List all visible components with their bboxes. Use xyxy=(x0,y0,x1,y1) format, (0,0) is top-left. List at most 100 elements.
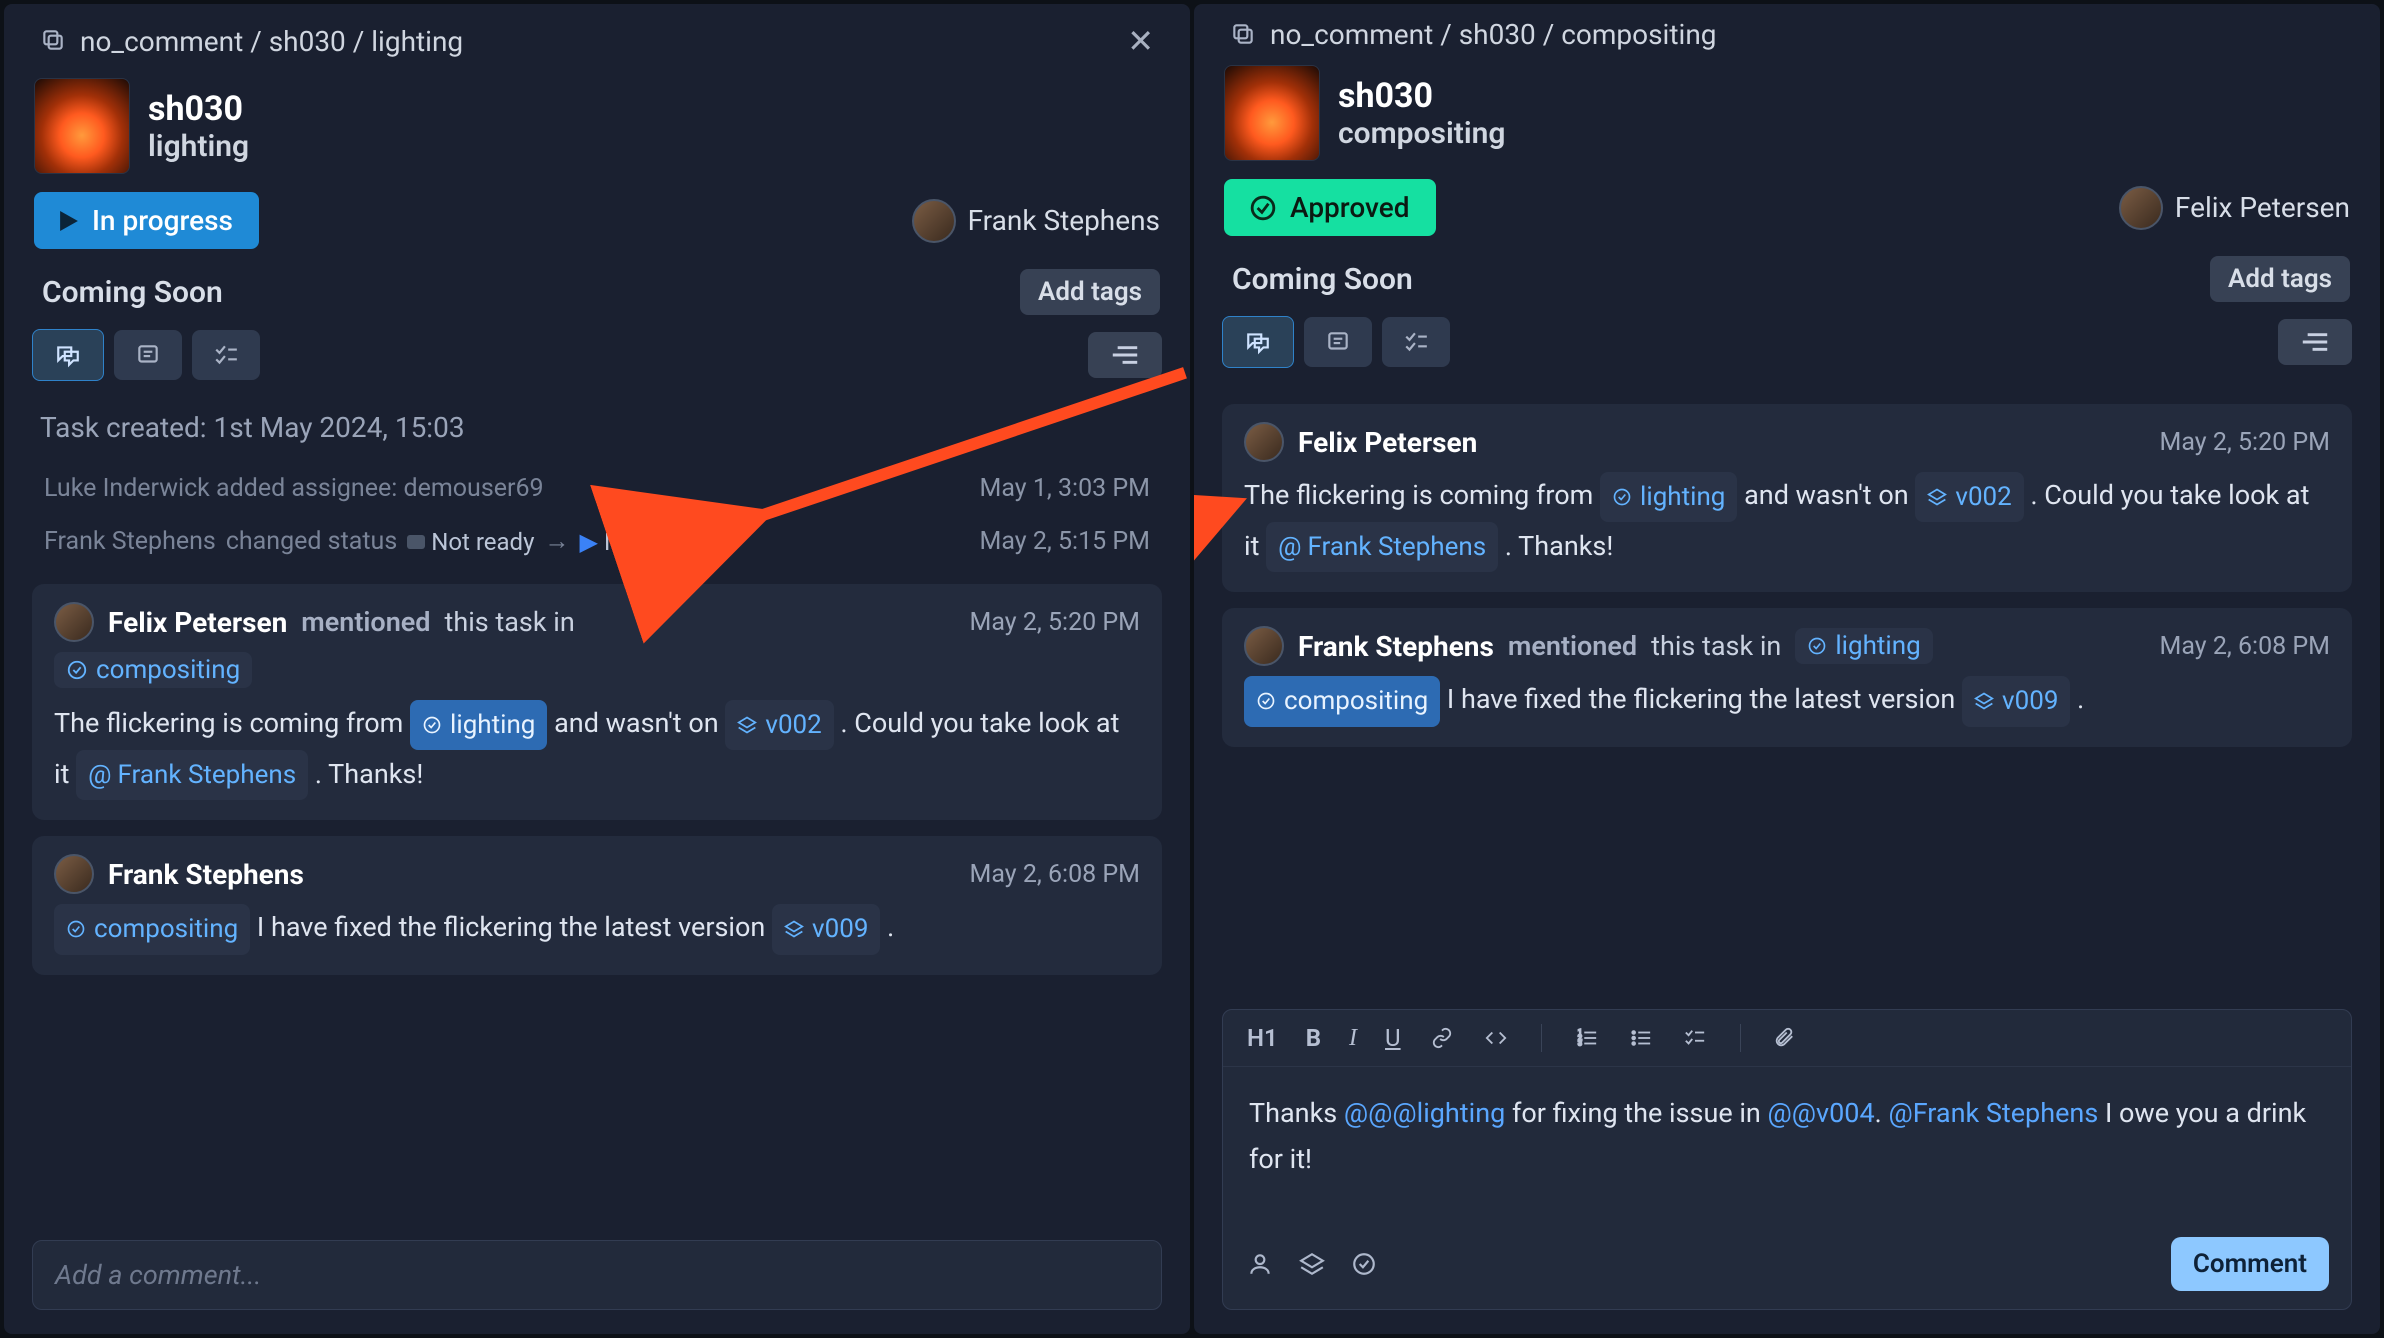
chip-label: compositing xyxy=(1284,679,1428,723)
mention-user[interactable]: @Frank Stephens xyxy=(1888,1097,2098,1129)
copy-icon[interactable] xyxy=(1230,21,1258,49)
activity-assignee-added: Luke Inderwick added assignee: demouser6… xyxy=(32,462,1162,515)
comment-timestamp: May 2, 5:20 PM xyxy=(970,608,1140,637)
chip-label: lighting xyxy=(1640,475,1725,519)
assignee[interactable]: Felix Petersen xyxy=(2119,186,2350,230)
close-button[interactable]: ✕ xyxy=(1119,18,1162,64)
checklist-button[interactable] xyxy=(1682,1027,1708,1049)
layers-icon[interactable] xyxy=(1299,1251,1325,1277)
copy-icon[interactable] xyxy=(40,27,68,55)
activity-status-changed: Frank Stephens changed status Not ready … xyxy=(32,515,1162,568)
tab-notes[interactable] xyxy=(1304,317,1372,367)
task-chip-lighting[interactable]: lighting xyxy=(1795,628,1932,664)
thumbnail[interactable] xyxy=(34,78,130,174)
tab-checklist[interactable] xyxy=(192,330,260,380)
user-mention[interactable]: @Frank Stephens xyxy=(76,750,308,800)
comment-timestamp: May 2, 6:08 PM xyxy=(970,860,1140,889)
version-chip[interactable]: v009 xyxy=(1962,676,2070,726)
approved-icon xyxy=(66,659,88,681)
task-chip-compositing[interactable]: compositing xyxy=(54,904,250,954)
play-icon: ▶ xyxy=(579,528,597,556)
breadcrumb: no_comment / sh030 / lighting ✕ xyxy=(4,4,1190,74)
activity-user: Frank Stephens xyxy=(44,527,216,556)
tab-notes[interactable] xyxy=(114,330,182,380)
mention-rest: this task in xyxy=(445,606,575,638)
thumbnail[interactable] xyxy=(1224,65,1320,161)
comment-input[interactable]: Add a comment... xyxy=(32,1240,1162,1310)
version-chip[interactable]: v002 xyxy=(725,700,833,750)
not-ready-icon xyxy=(407,535,425,549)
comment-mention: Felix Petersen mentioned this task in Ma… xyxy=(32,584,1162,820)
mention-version[interactable]: @@v004 xyxy=(1768,1097,1875,1129)
task-chip-compositing[interactable]: compositing xyxy=(1244,676,1440,726)
add-tags-button[interactable]: Add tags xyxy=(2210,256,2350,302)
comment-button[interactable]: Comment xyxy=(2171,1237,2329,1291)
italic-button[interactable]: I xyxy=(1349,1025,1357,1052)
sort-button[interactable] xyxy=(2278,319,2352,365)
underline-button[interactable]: U xyxy=(1385,1024,1401,1052)
breadcrumb-text[interactable]: no_comment / sh030 / compositing xyxy=(1270,18,1717,51)
chip-label: lighting xyxy=(1835,631,1920,661)
comment-body: compositing I have fixed the flickering … xyxy=(1244,676,2330,726)
assignee[interactable]: Frank Stephens xyxy=(912,199,1160,243)
h1-button[interactable]: H1 xyxy=(1247,1024,1278,1052)
bold-button[interactable]: B xyxy=(1306,1024,1321,1052)
sort-button[interactable] xyxy=(1088,332,1162,378)
mention-rest: this task in xyxy=(1651,630,1781,662)
panel-lighting: no_comment / sh030 / lighting ✕ sh030 li… xyxy=(4,4,1190,1334)
add-tags-button[interactable]: Add tags xyxy=(1020,269,1160,315)
coming-soon-label: Coming Soon xyxy=(42,275,223,310)
breadcrumb-text[interactable]: no_comment / sh030 / lighting xyxy=(80,25,463,58)
user-mention[interactable]: @Frank Stephens xyxy=(1266,522,1498,572)
task-header: sh030 lighting xyxy=(4,74,1190,186)
comment-author: Felix Petersen xyxy=(108,606,287,639)
task-created-line: Task created: 1st May 2024, 15:03 xyxy=(32,401,1162,462)
check-circle-icon[interactable] xyxy=(1351,1251,1377,1277)
task-chip-lighting[interactable]: lighting xyxy=(1600,472,1737,522)
task-chip-lighting[interactable]: lighting xyxy=(410,700,547,750)
version-chip[interactable]: v002 xyxy=(1915,472,2023,522)
version-chip[interactable]: v009 xyxy=(772,904,880,954)
person-icon[interactable] xyxy=(1247,1251,1273,1277)
activity-action: changed status xyxy=(226,527,397,556)
view-tabs xyxy=(1194,316,2380,380)
avatar xyxy=(1244,422,1284,462)
approved-icon xyxy=(1807,636,1827,656)
code-button[interactable] xyxy=(1483,1027,1509,1049)
approved-icon xyxy=(1256,691,1276,711)
chip-label: v009 xyxy=(812,907,868,951)
chip-label: compositing xyxy=(94,907,238,951)
panel-compositing: no_comment / sh030 / compositing sh030 c… xyxy=(1194,4,2380,1334)
ul-button[interactable] xyxy=(1628,1027,1654,1049)
chip-label: v002 xyxy=(1955,475,2011,519)
editor-body[interactable]: Thanks @@@lighting for fixing the issue … xyxy=(1223,1067,2351,1223)
tab-checklist[interactable] xyxy=(1382,317,1450,367)
comment-mention: Frank Stephens mentioned this task in li… xyxy=(1222,608,2352,746)
tab-comments[interactable] xyxy=(32,329,104,381)
comment-author: Frank Stephens xyxy=(108,858,304,891)
layers-icon xyxy=(784,919,804,939)
comment-body: The flickering is coming from lighting a… xyxy=(1244,472,2330,572)
play-icon xyxy=(60,211,78,231)
status-badge[interactable]: In progress xyxy=(34,192,259,249)
tab-comments[interactable] xyxy=(1222,316,1294,368)
avatar xyxy=(1244,626,1284,666)
svg-text:3: 3 xyxy=(1577,1039,1581,1048)
status-badge[interactable]: Approved xyxy=(1224,179,1436,236)
avatar xyxy=(54,602,94,642)
mention-lighting[interactable]: @@@lighting xyxy=(1344,1097,1505,1129)
link-button[interactable] xyxy=(1429,1027,1455,1049)
task-chip-compositing[interactable]: compositing xyxy=(54,652,252,688)
ol-button[interactable]: 123 xyxy=(1574,1027,1600,1049)
mention-verb: mentioned xyxy=(301,606,430,638)
attach-button[interactable] xyxy=(1773,1025,1795,1051)
breadcrumb: no_comment / sh030 / compositing xyxy=(1194,4,2380,61)
comment-author: Frank Stephens xyxy=(1298,630,1494,663)
layers-icon xyxy=(1927,487,1947,507)
activity-text: Luke Inderwick added assignee: demouser6… xyxy=(44,474,544,503)
activity-feed: Task created: 1st May 2024, 15:03 Luke I… xyxy=(4,393,1190,1224)
title-block: sh030 lighting xyxy=(148,89,249,164)
approved-icon xyxy=(1612,487,1632,507)
comment-reply: Frank Stephens May 2, 6:08 PM compositin… xyxy=(32,836,1162,974)
avatar xyxy=(54,854,94,894)
